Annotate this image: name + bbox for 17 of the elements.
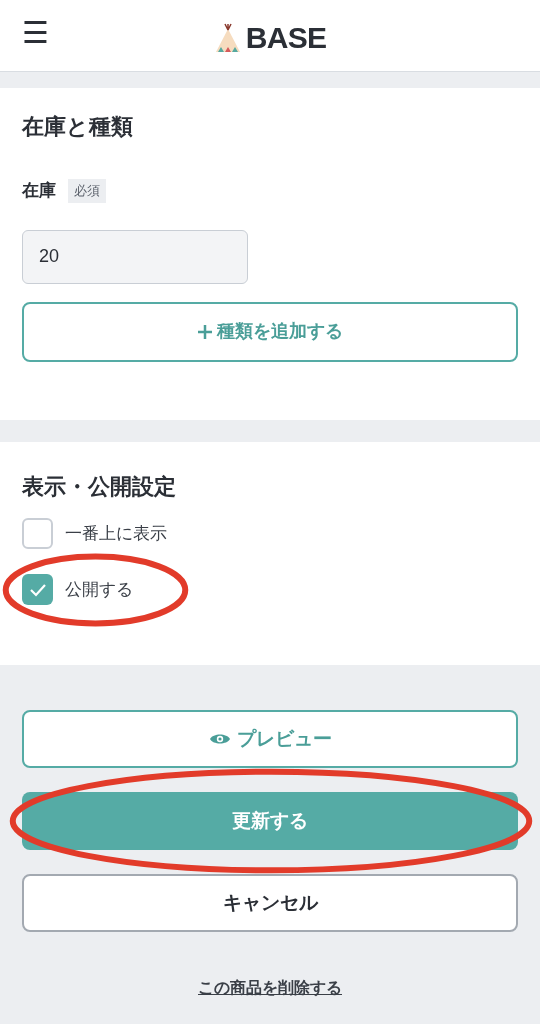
section-title: 表示・公開設定 [22, 476, 177, 498]
menu-button[interactable]: ☰ [22, 18, 49, 48]
delete-link[interactable]: この商品を削除する [198, 976, 342, 1000]
cancel-button[interactable]: キャンセル [22, 874, 518, 932]
checkbox-label: 公開する [65, 578, 133, 601]
eye-icon [208, 732, 231, 746]
checkbox[interactable] [22, 574, 53, 605]
plus-icon [197, 323, 213, 340]
teepee-icon [213, 22, 242, 53]
checkbox-label: 一番上に表示 [65, 522, 167, 545]
checkbox[interactable] [22, 518, 53, 549]
check-icon [28, 582, 47, 597]
logo: BASE [245, 22, 327, 53]
field-label: 在庫 [22, 180, 56, 202]
section-title: 在庫と種類 [22, 116, 134, 138]
stock-field[interactable]: 20 [22, 229, 248, 284]
required-badge: 必須 [68, 179, 106, 203]
